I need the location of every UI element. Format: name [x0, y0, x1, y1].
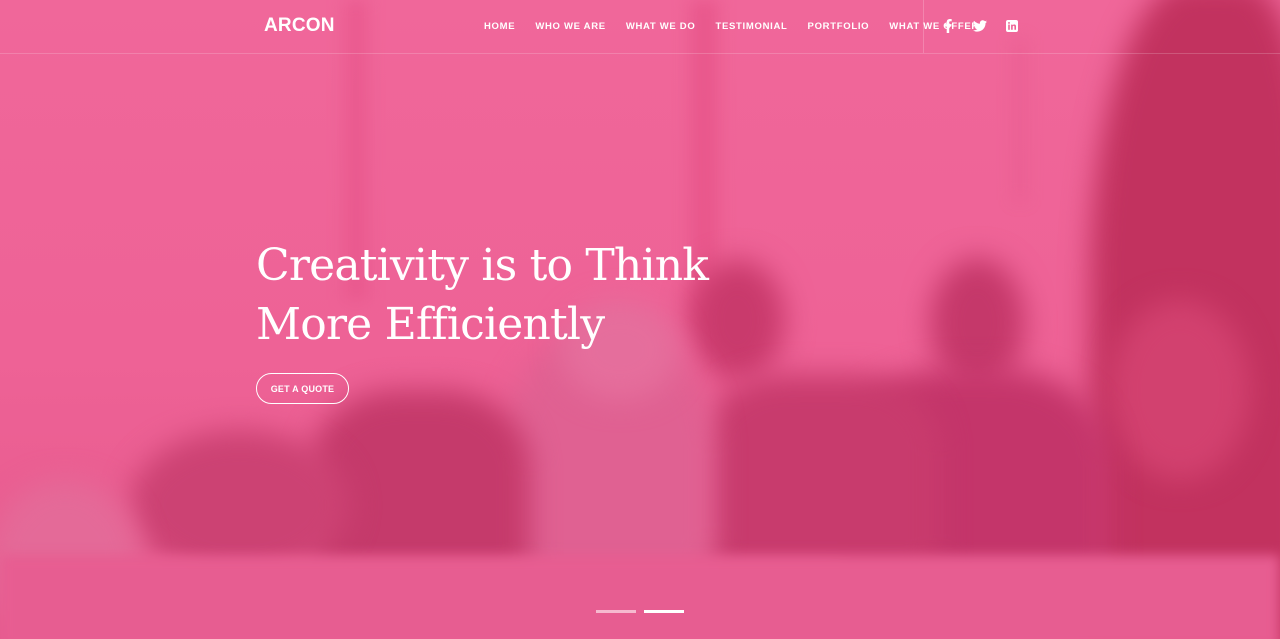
nav-testimonial[interactable]: TESTIMONIAL: [715, 21, 787, 32]
hero-title-line-2: More Efficiently: [256, 299, 605, 350]
hero-title: Creativity is to Think More Efficiently: [256, 236, 709, 354]
nav-what-we-do[interactable]: WHAT WE DO: [626, 21, 696, 32]
site-logo[interactable]: ARCON: [264, 15, 335, 37]
slider-dot-1[interactable]: [596, 610, 636, 613]
slider-dot-2[interactable]: [644, 610, 684, 613]
slider-pagination: [596, 610, 684, 613]
nav-portfolio[interactable]: PORTFOLIO: [808, 21, 870, 32]
get-a-quote-button[interactable]: GET A QUOTE: [256, 373, 349, 404]
top-navbar: ARCON HOME WHO WE ARE WHAT WE DO TESTIMO…: [0, 0, 1280, 54]
facebook-icon[interactable]: [940, 18, 956, 34]
nav-who-we-are[interactable]: WHO WE ARE: [535, 21, 606, 32]
social-links: [940, 18, 1020, 34]
twitter-icon[interactable]: [972, 18, 988, 34]
nav-home[interactable]: HOME: [484, 21, 515, 32]
hero-title-line-1: Creativity is to Think: [256, 240, 709, 291]
nav-divider: [923, 0, 924, 53]
main-nav: HOME WHO WE ARE WHAT WE DO TESTIMONIAL P…: [484, 21, 979, 32]
linkedin-icon[interactable]: [1004, 18, 1020, 34]
